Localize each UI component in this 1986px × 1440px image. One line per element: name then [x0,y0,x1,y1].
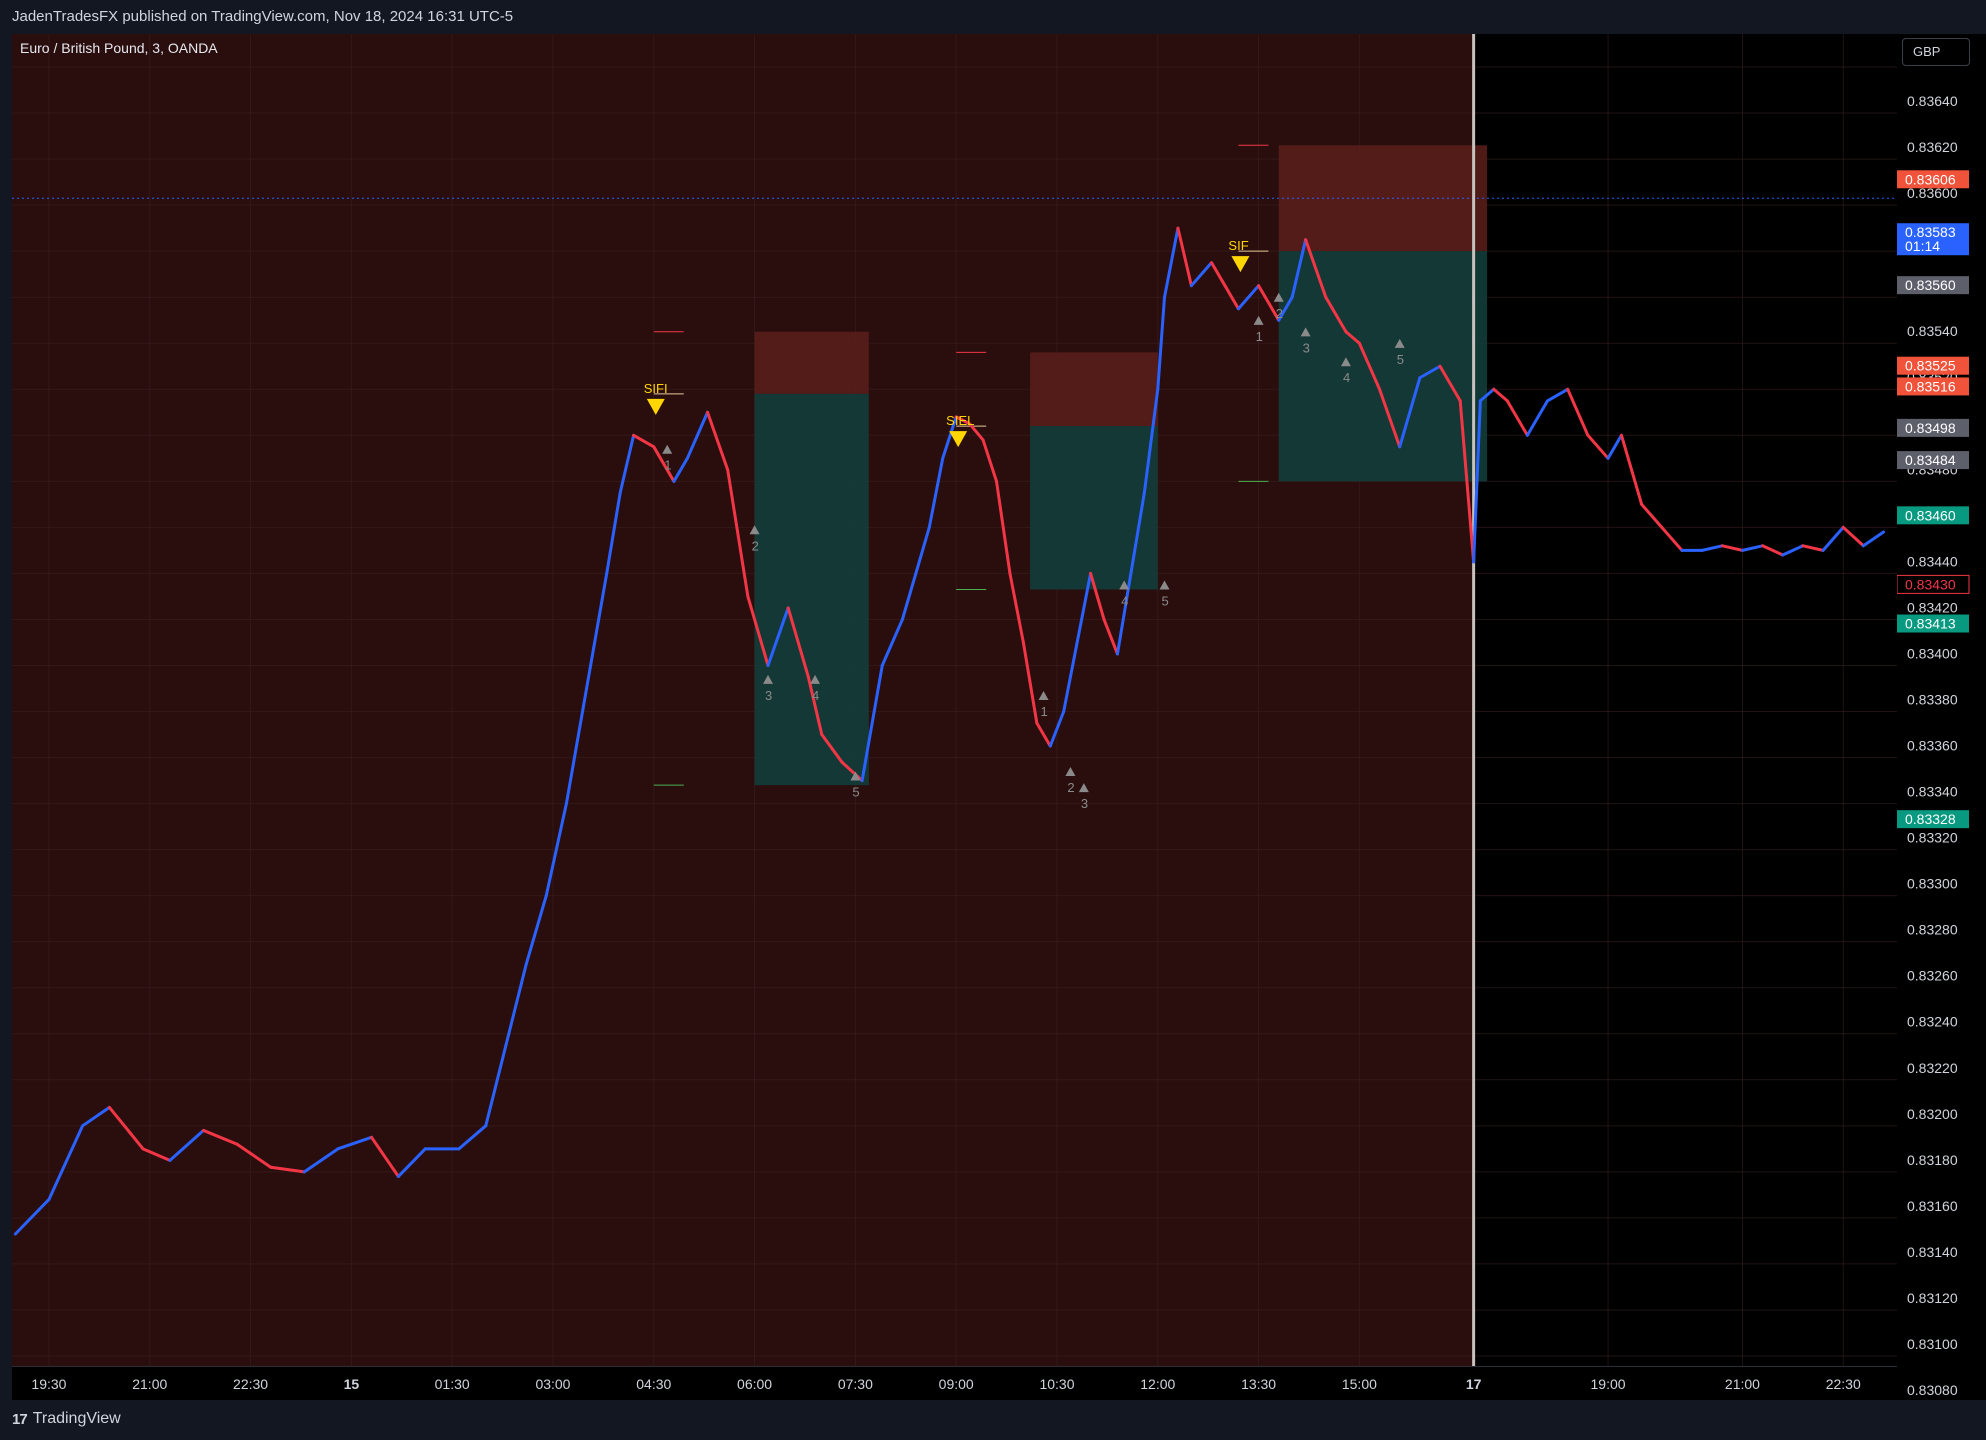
signal-label: SIFI [644,381,668,396]
wave-label: 4 [812,688,819,703]
price-tick-label: 0.83320 [1907,830,1958,846]
price-tick-label: 0.83380 [1907,691,1958,707]
time-tick-label: 21:00 [132,1376,167,1392]
price-tick-label: 0.83340 [1907,784,1958,800]
price-label: 0.83328 [1905,811,1956,827]
price-axis[interactable]: 0.836400.836200.836000.835800.835600.835… [1896,34,1986,1400]
reward-box [1278,251,1488,482]
price-label: 0.83460 [1905,507,1956,523]
time-tick-label: 07:30 [838,1376,873,1392]
price-tick-label: 0.83100 [1907,1336,1958,1352]
after-session-background [1473,34,1897,1366]
price-tick-label: 0.83420 [1907,599,1958,615]
price-label: 0.83413 [1905,616,1956,632]
price-tick-label: 0.83180 [1907,1152,1958,1168]
footer: 17 TradingView [0,1400,1986,1440]
time-tick-label: 19:00 [1591,1376,1626,1392]
tradingview-logo-icon: 17 [12,1410,28,1428]
risk-box [1030,352,1158,427]
risk-box [754,331,869,394]
price-tick-label: 0.83540 [1907,323,1958,339]
wave-label: 4 [1343,370,1350,385]
wave-label: 1 [1256,329,1263,344]
time-tick-label: 21:00 [1725,1376,1760,1392]
price-tick-label: 0.83440 [1907,553,1958,569]
time-axis[interactable]: 19:30 21:00 22:30 15 01:30 03:00 04:30 06:00 07:… [12,1366,1897,1401]
wave-label: 3 [1303,340,1310,355]
publish-info: JadenTradesFX published on TradingView.c… [12,8,514,25]
time-tick-label: 22:30 [233,1376,268,1392]
currency-selector[interactable]: GBP [1902,38,1970,66]
wave-label: 1 [664,458,671,473]
price-tick-label: 0.83080 [1907,1382,1958,1398]
time-tick-label: 04:30 [636,1376,671,1392]
wave-label: 2 [1276,306,1283,321]
signal-label: SIEL [946,413,974,428]
time-tick-label: 17 [1466,1376,1482,1392]
price-tick-label: 0.83280 [1907,922,1958,938]
price-tick-label: 0.83640 [1907,93,1958,109]
price-tick-label: 0.83140 [1907,1244,1958,1260]
price-label: 0.83498 [1905,420,1956,436]
time-tick-label: 15 [344,1376,360,1392]
price-label: 0.83430 [1905,576,1956,592]
session-background [12,34,1474,1366]
reward-box [754,393,869,786]
price-tick-label: 0.83620 [1907,139,1958,155]
countdown-label: 01:14 [1905,238,1940,254]
wave-label: 3 [1081,796,1088,811]
reward-box [1030,426,1158,590]
wave-label: 5 [1397,352,1404,367]
price-label: 0.83606 [1905,171,1956,187]
price-label: 0.83560 [1905,277,1956,293]
brand-name: TradingView [32,1410,121,1427]
price-tick-label: 0.83120 [1907,1290,1958,1306]
wave-label: 4 [1121,594,1128,609]
price-chart[interactable]: SIFISIELSIF123 451234 512345 [12,34,1897,1366]
price-label: 0.83484 [1905,452,1956,468]
time-tick-label: 19:30 [31,1376,66,1392]
price-tick-label: 0.83300 [1907,876,1958,892]
time-tick-label: 12:00 [1140,1376,1175,1392]
time-tick-label: 06:00 [737,1376,772,1392]
time-tick-label: 03:00 [535,1376,570,1392]
price-tick-label: 0.83220 [1907,1060,1958,1076]
wave-label: 2 [1067,780,1074,795]
price-tick-label: 0.83400 [1907,645,1958,661]
wave-label: 5 [852,785,859,800]
time-tick-label: 09:00 [939,1376,974,1392]
publish-header: JadenTradesFX published on TradingView.c… [0,0,1986,34]
signal-label: SIF [1228,238,1248,253]
price-tick-label: 0.83240 [1907,1014,1958,1030]
tradingview-logo[interactable]: 17 TradingView [12,1410,121,1428]
price-tick-label: 0.83160 [1907,1198,1958,1214]
price-tick-label: 0.83200 [1907,1106,1958,1122]
price-tick-label: 0.83360 [1907,738,1958,754]
time-tick-label: 13:30 [1241,1376,1276,1392]
price-tick-label: 0.83260 [1907,968,1958,984]
price-label: 0.83525 [1905,358,1956,374]
time-tick-label: 10:30 [1039,1376,1074,1392]
time-tick-label: 22:30 [1826,1376,1861,1392]
chart-pane[interactable]: SIFI SIEL SIF 1 2 3 4 5 1 2 3 4 5 1 2 3 4 5 [12,34,1897,1366]
time-tick-label: 01:30 [435,1376,470,1392]
symbol-title[interactable]: Euro / British Pound, 3, OANDA [20,40,218,56]
wave-label: 3 [765,688,772,703]
wave-label: 2 [752,538,759,553]
price-label: 0.83516 [1905,378,1956,394]
wave-label: 5 [1162,594,1169,609]
wave-label: 1 [1041,704,1048,719]
time-tick-label: 15:00 [1342,1376,1377,1392]
